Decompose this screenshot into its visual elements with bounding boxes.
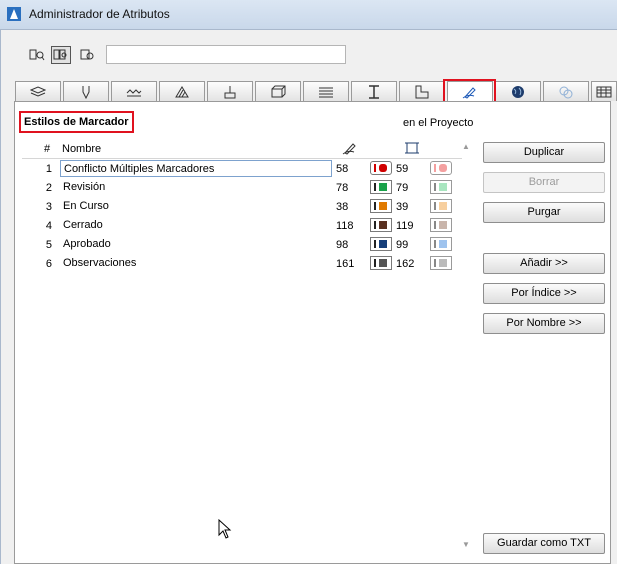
fill-color-swatch[interactable] [430, 218, 452, 232]
fill-icon [175, 85, 189, 97]
pen-icon [82, 85, 90, 99]
row-number: 4 [45, 220, 52, 232]
pen-color-swatch[interactable] [370, 161, 392, 175]
tab-zones[interactable] [399, 81, 445, 101]
list-header: # Nombre [22, 140, 462, 159]
list-item[interactable]: 4 Cerrado 118 119 [22, 217, 462, 236]
fill-color-swatch[interactable] [430, 180, 452, 194]
profile-icon [319, 87, 333, 97]
duplicate-button[interactable]: Duplicar [483, 142, 605, 163]
list-item[interactable]: 3 En Curso 38 39 [22, 198, 462, 217]
row-fill-value: 39 [396, 201, 409, 213]
title-bar: Administrador de Atributos [0, 0, 617, 30]
scroll-down-icon[interactable]: ▼ [462, 540, 470, 549]
globe-icon [512, 85, 524, 98]
row-number: 1 [45, 163, 52, 175]
row-number: 6 [45, 258, 52, 270]
row-fill-value: 79 [396, 182, 409, 194]
row-pen-value: 161 [336, 258, 355, 270]
row-pen-value: 78 [336, 182, 349, 194]
header-number[interactable]: # [44, 143, 50, 155]
brush-icon [224, 85, 236, 98]
list-item[interactable]: 1 Conflicto Múltiples Marcadores 58 59 [22, 160, 462, 179]
tab-tables[interactable] [591, 81, 617, 101]
row-name[interactable]: Cerrado [60, 217, 332, 234]
tab-profiles[interactable] [303, 81, 349, 101]
purge-button[interactable]: Purgar [483, 202, 605, 223]
by-index-button[interactable]: Por Índice >> [483, 283, 605, 304]
header-fill-icon[interactable] [404, 141, 420, 155]
row-name[interactable]: Conflicto Múltiples Marcadores [60, 160, 332, 177]
header-name[interactable]: Nombre [62, 143, 101, 155]
view-mode-preview-icon[interactable] [77, 46, 97, 64]
tab-composites[interactable] [255, 81, 301, 101]
scope-label: en el Proyecto [403, 117, 474, 129]
table-icon [596, 86, 612, 97]
row-name[interactable]: Revisión [60, 179, 332, 196]
section-title: Estilos de Marcador [19, 111, 134, 133]
window-title: Administrador de Atributos [29, 7, 170, 21]
tab-building-materials[interactable] [351, 81, 397, 101]
app-icon [7, 7, 21, 21]
row-fill-value: 99 [396, 239, 409, 251]
fill-color-swatch[interactable] [430, 161, 452, 175]
fill-color-swatch[interactable] [430, 256, 452, 270]
pen-color-swatch[interactable] [370, 256, 392, 270]
list-item[interactable]: 6 Observaciones 161 162 [22, 255, 462, 274]
row-name[interactable]: En Curso [60, 198, 332, 215]
list-item[interactable]: 2 Revisión 78 79 [22, 179, 462, 198]
zone-icon [415, 85, 429, 98]
scroll-up-icon[interactable]: ▲ [462, 142, 470, 151]
tab-brush[interactable] [207, 81, 253, 101]
attribute-tab-bar [15, 81, 617, 102]
row-pen-value: 38 [336, 201, 349, 213]
fill-color-swatch[interactable] [430, 237, 452, 251]
row-name[interactable]: Aprobado [60, 236, 332, 253]
tab-line-types[interactable] [111, 81, 157, 101]
add-button[interactable]: Añadir >> [483, 253, 605, 274]
line-type-icon [126, 88, 142, 96]
tab-fills[interactable] [159, 81, 205, 101]
header-pen-icon[interactable] [342, 141, 358, 155]
tab-pens[interactable] [63, 81, 109, 101]
row-number: 2 [45, 182, 52, 194]
i-beam-icon [369, 84, 379, 99]
composite-icon [271, 85, 286, 97]
tab-layers[interactable] [15, 81, 61, 101]
pen-color-swatch[interactable] [370, 199, 392, 213]
layers-icon [30, 85, 46, 97]
pen-color-swatch[interactable] [370, 218, 392, 232]
tab-materials[interactable] [543, 81, 589, 101]
markup-style-list[interactable]: # Nombre 1 Conflicto Múltiples Marcadore… [22, 140, 474, 552]
save-as-txt-button[interactable]: Guardar como TXT [483, 533, 605, 554]
fill-color-swatch[interactable] [430, 199, 452, 213]
view-mode-list-icon[interactable] [27, 46, 47, 64]
delete-button[interactable]: Borrar [483, 172, 605, 193]
row-pen-value: 98 [336, 239, 349, 251]
row-fill-value: 59 [396, 163, 409, 175]
row-number: 5 [45, 239, 52, 251]
mouse-cursor-icon [218, 519, 232, 539]
list-item[interactable]: 5 Aprobado 98 99 [22, 236, 462, 255]
view-mode-split-icon[interactable] [51, 46, 71, 64]
row-fill-value: 162 [396, 258, 415, 270]
by-name-button[interactable]: Por Nombre >> [483, 313, 605, 334]
search-input[interactable] [106, 45, 346, 64]
list-scrollbar[interactable]: ▲ ▼ [460, 140, 472, 552]
row-name[interactable]: Observaciones [60, 255, 332, 272]
pen-color-swatch[interactable] [370, 180, 392, 194]
material-icon [559, 86, 573, 98]
row-fill-value: 119 [396, 220, 414, 232]
tab-locations[interactable] [495, 81, 541, 101]
row-pen-value: 58 [336, 163, 349, 175]
row-pen-value: 118 [336, 220, 354, 232]
row-number: 3 [45, 201, 52, 213]
pen-color-swatch[interactable] [370, 237, 392, 251]
